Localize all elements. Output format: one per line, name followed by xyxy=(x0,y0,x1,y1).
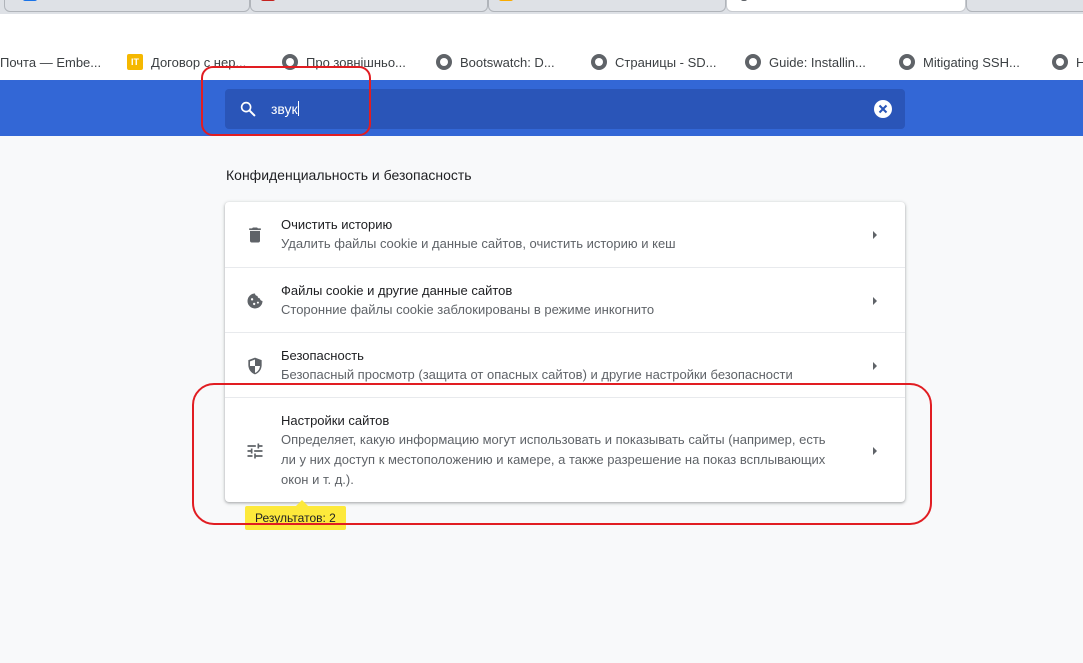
globe-icon xyxy=(436,54,452,70)
close-icon xyxy=(878,104,888,114)
tab-favicon-icon xyxy=(499,0,513,1)
browser-tab[interactable] xyxy=(966,0,1083,12)
globe-icon xyxy=(899,54,915,70)
settings-row-clear-history[interactable]: Очистить историю Удалить файлы cookie и … xyxy=(225,202,905,267)
arrow-right-icon xyxy=(873,231,877,239)
bookmarks-bar: Почта — Embe... IT Договор с нер... Про … xyxy=(0,14,1083,80)
arrow-right-icon xyxy=(873,297,877,305)
bookmark-item[interactable]: Guide: Installin... xyxy=(745,54,899,70)
bookmark-label: Guide: Installin... xyxy=(769,54,866,70)
bookmark-item[interactable]: Почта — Embe... xyxy=(0,55,127,70)
browser-tab[interactable] xyxy=(4,0,250,12)
bookmark-label: Bootswatch: D... xyxy=(460,54,555,70)
arrow-right-icon xyxy=(873,362,877,370)
bookmark-item[interactable]: H xyxy=(1052,54,1083,70)
browser-tab[interactable] xyxy=(250,0,488,12)
bookmark-label: Почта — Embe... xyxy=(0,54,102,70)
settings-row-cookies[interactable]: Файлы cookie и другие данные сайтов Стор… xyxy=(225,267,905,332)
trash-icon xyxy=(249,227,261,243)
tab-favicon-icon xyxy=(23,0,37,1)
bookmark-label: Страницы - SD... xyxy=(615,54,717,70)
bookmark-item[interactable]: Bootswatch: D... xyxy=(436,54,591,70)
annotation-circle xyxy=(201,66,371,136)
annotation-circle xyxy=(192,383,932,525)
globe-icon xyxy=(745,54,761,70)
tab-favicon-icon xyxy=(261,0,275,1)
bookmark-label: H xyxy=(1076,54,1083,70)
tab-favicon-icon xyxy=(741,0,747,1)
bookmark-label: Mitigating SSH... xyxy=(923,54,1020,70)
browser-tab-active[interactable] xyxy=(726,0,966,12)
section-title: Конфиденциальность и безопасность xyxy=(226,167,472,183)
bookmark-item[interactable]: Mitigating SSH... xyxy=(899,54,1052,70)
globe-icon xyxy=(591,54,607,70)
bookmark-item[interactable]: Страницы - SD... xyxy=(591,54,745,70)
globe-icon xyxy=(1052,54,1068,70)
cookie-icon xyxy=(247,293,263,309)
row-description: Безопасный просмотр (защита от опасных с… xyxy=(281,367,793,382)
row-title: Безопасность xyxy=(281,348,364,363)
row-title: Файлы cookie и другие данные сайтов xyxy=(281,283,513,298)
row-description: Удалить файлы cookie и данные сайтов, оч… xyxy=(281,236,676,251)
browser-tab[interactable] xyxy=(488,0,726,12)
it-icon: IT xyxy=(127,54,143,70)
row-title: Очистить историю xyxy=(281,217,393,232)
row-description: Сторонние файлы cookie заблокированы в р… xyxy=(281,302,655,317)
clear-search-button[interactable] xyxy=(874,100,892,118)
tab-strip xyxy=(0,0,1083,14)
shield-icon xyxy=(248,357,262,375)
